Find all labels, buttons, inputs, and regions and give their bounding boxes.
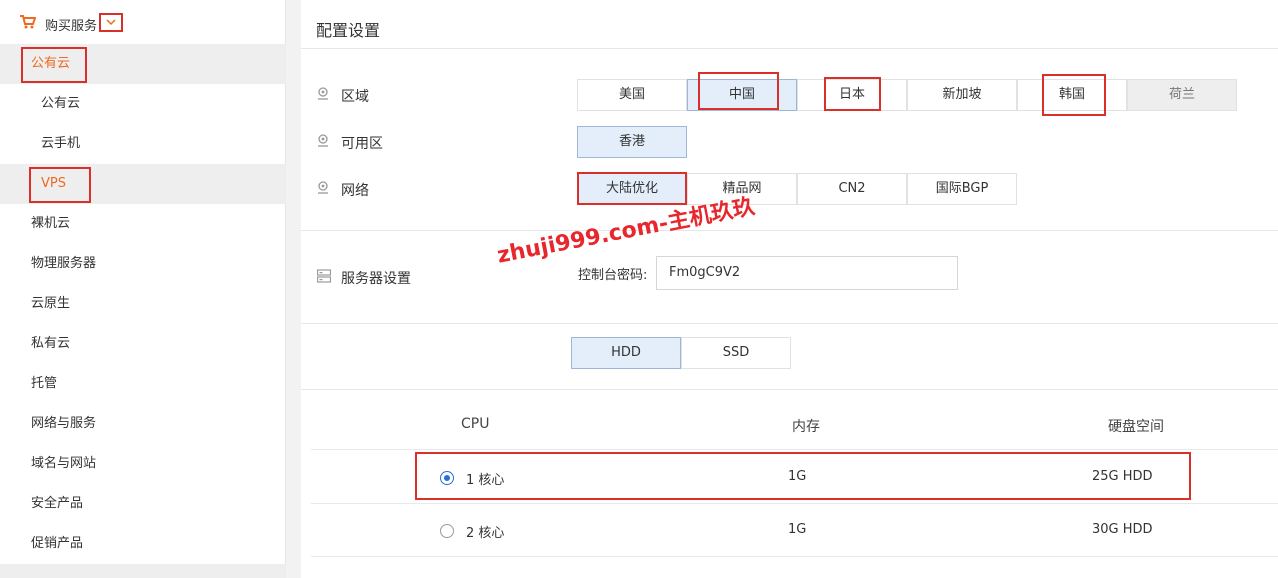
highlight-box bbox=[824, 77, 881, 111]
location-pin-icon bbox=[318, 181, 328, 194]
sidebar-item-label: 私有云 bbox=[31, 336, 71, 351]
console-password-input[interactable]: Fm0gC9V2 bbox=[656, 256, 958, 290]
divider bbox=[301, 48, 1278, 49]
sidebar-item-label: 物理服务器 bbox=[31, 256, 97, 271]
sidebar: 购买服务 公有云 公有云 云手机 VPS 裸机云 物理服务器 云原生 私有云 托… bbox=[0, 0, 286, 578]
disk-option-ssd[interactable]: SSD bbox=[681, 337, 791, 369]
cpu-cell: 2 核心 bbox=[466, 526, 505, 541]
memory-cell: 1G bbox=[788, 522, 807, 537]
sidebar-header[interactable]: 购买服务 bbox=[0, 0, 286, 44]
sidebar-item-physical-server[interactable]: 物理服务器 bbox=[0, 244, 286, 284]
sidebar-item-label: 公有云 bbox=[41, 96, 81, 111]
highlight-box bbox=[29, 167, 91, 203]
row-divider bbox=[311, 503, 1278, 504]
column-header-disk: 硬盘空间 bbox=[1108, 419, 1164, 435]
collapse-toggle[interactable] bbox=[99, 13, 123, 32]
location-pin-icon bbox=[318, 134, 328, 147]
row-divider bbox=[311, 449, 1278, 450]
zone-option-hk[interactable]: 香港 bbox=[577, 126, 687, 158]
server-icon bbox=[317, 269, 331, 283]
region-option-sg[interactable]: 新加坡 bbox=[907, 79, 1017, 111]
disk-option-hdd[interactable]: HDD bbox=[571, 337, 681, 369]
sidebar-item-domains[interactable]: 域名与网站 bbox=[0, 444, 286, 484]
sidebar-item-label: 云原生 bbox=[31, 296, 71, 311]
divider bbox=[301, 230, 1278, 231]
sidebar-item-label: 托管 bbox=[31, 376, 58, 391]
config-panel: 配置设置 区域 美国 中国 日本 新加坡 韩国 荷兰 可用区 香港 网络 大陆优… bbox=[301, 0, 1278, 578]
highlight-box bbox=[415, 452, 1191, 500]
sidebar-item-hosting[interactable]: 托管 bbox=[0, 364, 286, 404]
sidebar-item-label: 域名与网站 bbox=[31, 456, 97, 471]
sidebar-item-public-cloud[interactable]: 公有云 bbox=[0, 84, 286, 124]
row-divider bbox=[311, 556, 1278, 557]
disk-cell: 30G HDD bbox=[1092, 522, 1153, 537]
sidebar-item-security[interactable]: 安全产品 bbox=[0, 484, 286, 524]
sidebar-item-label: 安全产品 bbox=[31, 496, 84, 511]
zone-label-text: 可用区 bbox=[341, 136, 383, 152]
sidebar-item-label: 网络与服务 bbox=[31, 416, 97, 431]
plan-radio[interactable] bbox=[440, 524, 454, 538]
highlight-box bbox=[1042, 74, 1106, 116]
sidebar-item-cloud-native[interactable]: 云原生 bbox=[0, 284, 286, 324]
page-title: 配置设置 bbox=[316, 21, 381, 40]
region-label-text: 区域 bbox=[341, 89, 369, 105]
highlight-box bbox=[698, 72, 779, 110]
sidebar-item-label: 裸机云 bbox=[31, 216, 71, 231]
sidebar-item-promotions[interactable]: 促销产品 bbox=[0, 524, 286, 564]
console-password-label: 控制台密码: bbox=[578, 268, 648, 283]
column-header-memory: 内存 bbox=[792, 419, 820, 435]
region-option-us[interactable]: 美国 bbox=[577, 79, 687, 111]
sidebar-item-bare-metal[interactable]: 裸机云 bbox=[0, 204, 286, 244]
highlight-box bbox=[21, 47, 87, 83]
location-pin-icon bbox=[318, 87, 328, 100]
highlight-box bbox=[577, 172, 687, 205]
network-label-text: 网络 bbox=[341, 183, 369, 199]
sidebar-item-label: 云手机 bbox=[41, 136, 81, 151]
column-header-cpu: CPU bbox=[461, 416, 490, 432]
sidebar-next-item bbox=[0, 564, 286, 578]
sidebar-header-label: 购买服务 bbox=[45, 19, 98, 34]
network-option-bgp[interactable]: 国际BGP bbox=[907, 173, 1017, 205]
sidebar-item-label: 促销产品 bbox=[31, 536, 84, 551]
chevron-down-icon bbox=[106, 19, 116, 26]
sidebar-item-cloud-phone[interactable]: 云手机 bbox=[0, 124, 286, 164]
sidebar-item-network-services[interactable]: 网络与服务 bbox=[0, 404, 286, 444]
divider bbox=[301, 323, 1278, 324]
divider bbox=[301, 389, 1278, 390]
sidebar-item-private-cloud[interactable]: 私有云 bbox=[0, 324, 286, 364]
server-settings-label-text: 服务器设置 bbox=[341, 271, 411, 287]
region-option-nl: 荷兰 bbox=[1127, 79, 1237, 111]
shopping-cart-icon bbox=[20, 15, 36, 29]
network-option-cn2[interactable]: CN2 bbox=[797, 173, 907, 205]
